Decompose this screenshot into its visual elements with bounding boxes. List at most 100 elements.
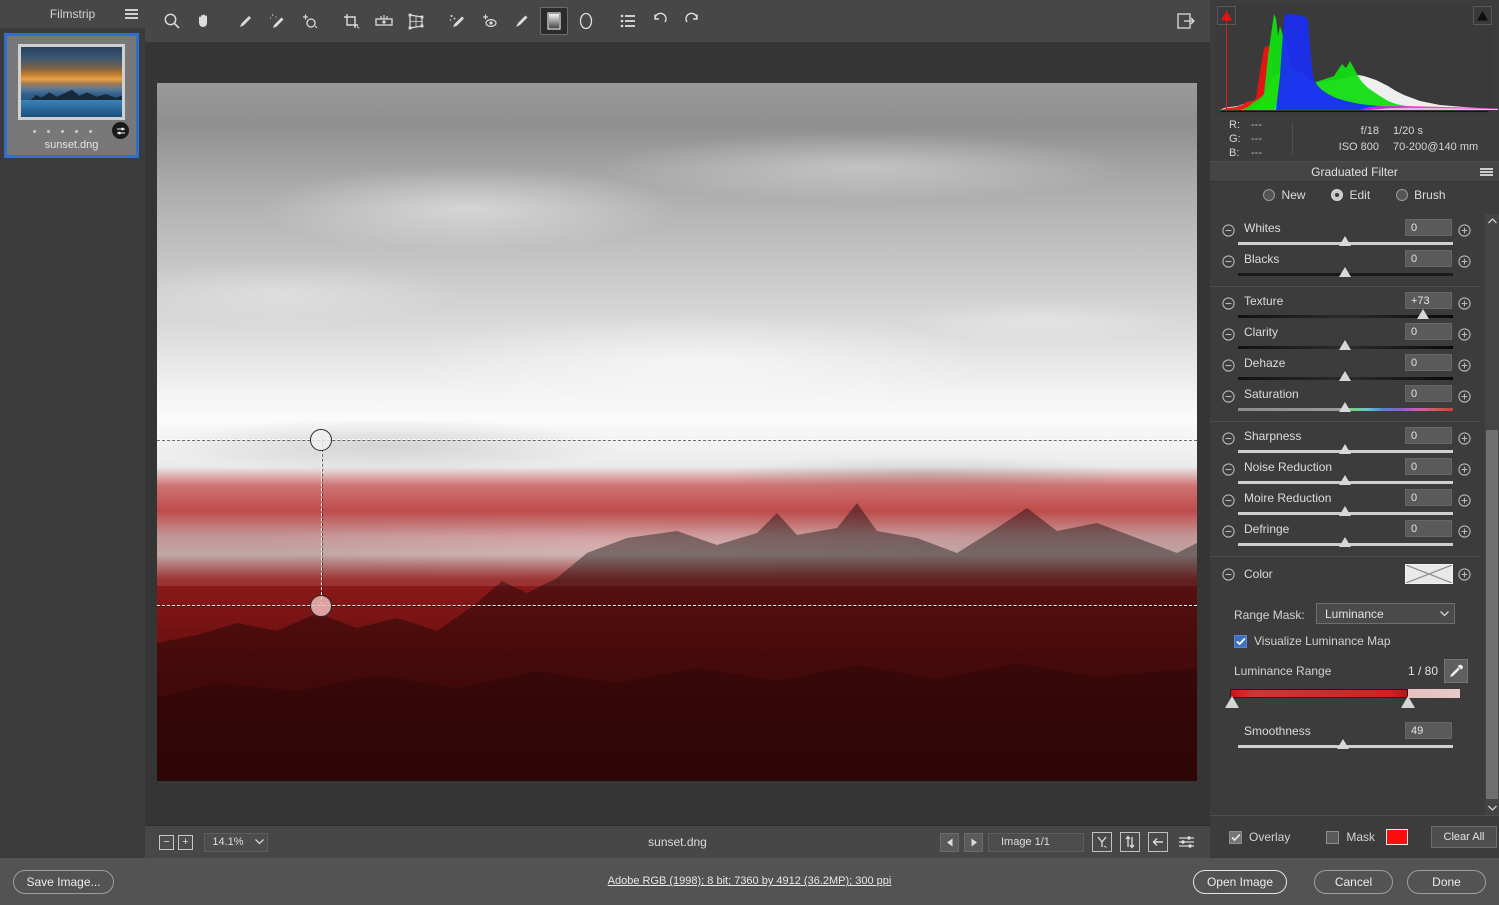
- slider-row-saturation[interactable]: Saturation 0: [1210, 384, 1480, 415]
- next-image-button[interactable]: [964, 832, 983, 852]
- cancel-button[interactable]: Cancel: [1314, 870, 1393, 894]
- luminance-range-high-thumb[interactable]: [1401, 696, 1416, 709]
- arrow-left-copy-icon[interactable]: [1148, 832, 1168, 852]
- minus-icon[interactable]: [1222, 525, 1235, 538]
- previous-image-button[interactable]: [940, 832, 959, 852]
- plus-icon[interactable]: [1458, 297, 1471, 310]
- slider-value-field[interactable]: 0: [1405, 489, 1452, 506]
- slider-row-texture[interactable]: Texture +73: [1210, 291, 1480, 322]
- radio-brush[interactable]: Brush: [1396, 188, 1446, 202]
- crop-tool[interactable]: [338, 7, 366, 35]
- slider-scroll-region[interactable]: Whites 0 Blacks 0 Texture +73 Clarity 0 …: [1210, 214, 1499, 815]
- zoom-out-button[interactable]: −: [159, 834, 174, 850]
- slider-value-field[interactable]: 0: [1405, 427, 1452, 444]
- panel-menu-icon[interactable]: [1480, 168, 1493, 176]
- slider-value-field[interactable]: 0: [1405, 219, 1452, 236]
- plus-icon[interactable]: [1458, 494, 1471, 507]
- white-balance-tool[interactable]: [232, 7, 260, 35]
- hand-tool[interactable]: [190, 7, 218, 35]
- luminance-range-slider[interactable]: [1210, 687, 1480, 711]
- targeted-adjustment-tool[interactable]: [296, 7, 324, 35]
- minus-icon[interactable]: [1222, 494, 1235, 507]
- clear-all-button[interactable]: Clear All: [1431, 826, 1498, 848]
- right-panel-scrollbar[interactable]: [1485, 214, 1499, 815]
- plus-icon[interactable]: [1458, 224, 1471, 237]
- swap-arrows-icon[interactable]: [1120, 832, 1140, 852]
- eyedropper-icon[interactable]: [1444, 659, 1468, 683]
- minus-icon[interactable]: [1222, 328, 1235, 341]
- slider-value-field[interactable]: 0: [1405, 250, 1452, 267]
- done-button[interactable]: Done: [1407, 870, 1486, 894]
- visualize-luminance-checkbox[interactable]: [1234, 635, 1247, 648]
- slider-row-dehaze[interactable]: Dehaze 0: [1210, 353, 1480, 384]
- y-split-preview-icon[interactable]: [1092, 832, 1112, 852]
- slider-thumb[interactable]: [1339, 371, 1352, 382]
- hamburger-menu-icon[interactable]: [125, 9, 138, 19]
- minus-icon[interactable]: [1222, 297, 1235, 310]
- plus-icon[interactable]: [1458, 568, 1471, 581]
- color-sampler-tool[interactable]: [264, 7, 292, 35]
- slider-thumb[interactable]: [1337, 739, 1350, 750]
- slider-value-field[interactable]: 0: [1405, 323, 1452, 340]
- chevron-down-icon[interactable]: [1485, 801, 1499, 815]
- slider-thumb[interactable]: [1339, 236, 1352, 247]
- image-canvas-area[interactable]: [145, 42, 1210, 825]
- graduated-filter-axis-line[interactable]: [321, 439, 322, 605]
- color-swatch-none[interactable]: [1405, 564, 1453, 584]
- slider-thumb[interactable]: [1339, 402, 1352, 413]
- transform-tool[interactable]: [402, 7, 430, 35]
- slider-row-noise-reduction[interactable]: Noise Reduction 0: [1210, 457, 1480, 488]
- slider-thumb[interactable]: [1339, 444, 1352, 455]
- overlay-checkbox[interactable]: [1229, 830, 1242, 844]
- slider-thumb[interactable]: [1339, 537, 1352, 548]
- graduated-filter-start-pin[interactable]: [310, 429, 332, 451]
- slider-thumb[interactable]: [1417, 309, 1430, 320]
- straighten-tool[interactable]: [370, 7, 398, 35]
- minus-icon[interactable]: [1222, 224, 1235, 237]
- zoom-in-button[interactable]: +: [178, 834, 193, 850]
- plus-icon[interactable]: [1458, 359, 1471, 372]
- open-image-button[interactable]: Open Image: [1193, 870, 1287, 894]
- visualize-luminance-row[interactable]: Visualize Luminance Map: [1210, 631, 1480, 661]
- color-row[interactable]: Color: [1210, 561, 1480, 591]
- spot-removal-tool[interactable]: [444, 7, 472, 35]
- minus-icon[interactable]: [1222, 463, 1235, 476]
- list-item[interactable]: sunset.dng: [4, 33, 139, 158]
- range-mask-select[interactable]: Luminance: [1316, 603, 1455, 624]
- mask-color-swatch[interactable]: [1386, 829, 1409, 845]
- slider-value-field[interactable]: 0: [1405, 354, 1452, 371]
- slider-thumb[interactable]: [1339, 267, 1352, 278]
- histogram[interactable]: [1215, 4, 1498, 116]
- slider-value-field[interactable]: 0: [1405, 458, 1452, 475]
- slider-thumb[interactable]: [1339, 475, 1352, 486]
- plus-icon[interactable]: [1458, 390, 1471, 403]
- minus-icon[interactable]: [1222, 359, 1235, 372]
- luminance-range-low-thumb[interactable]: [1225, 696, 1240, 709]
- preferences-tool[interactable]: [614, 7, 642, 35]
- slider-row-blacks[interactable]: Blacks 0: [1210, 249, 1480, 280]
- scrollbar-thumb[interactable]: [1486, 430, 1498, 799]
- radio-edit[interactable]: Edit: [1331, 188, 1370, 202]
- red-eye-tool[interactable]: [476, 7, 504, 35]
- chevron-up-icon[interactable]: [1485, 214, 1499, 228]
- radio-new[interactable]: New: [1263, 188, 1305, 202]
- adjustment-brush-tool[interactable]: [508, 7, 536, 35]
- shadow-clipping-triangle-icon[interactable]: [1473, 6, 1492, 25]
- slider-row-defringe[interactable]: Defringe 0: [1210, 519, 1480, 550]
- minus-icon[interactable]: [1222, 432, 1235, 445]
- plus-icon[interactable]: [1458, 328, 1471, 341]
- graduated-filter-tool[interactable]: [540, 7, 568, 35]
- slider-row-smoothness[interactable]: Smoothness 49: [1210, 721, 1480, 752]
- slider-value-field[interactable]: 49: [1405, 722, 1452, 739]
- minus-icon[interactable]: [1222, 390, 1235, 403]
- slider-row-sharpness[interactable]: Sharpness 0: [1210, 426, 1480, 457]
- sliders-icon[interactable]: [1176, 832, 1196, 852]
- preview-image[interactable]: [157, 83, 1197, 781]
- plus-icon[interactable]: [1458, 525, 1471, 538]
- slider-value-field[interactable]: 0: [1405, 385, 1452, 402]
- slider-row-clarity[interactable]: Clarity 0: [1210, 322, 1480, 353]
- edit-settings-icon[interactable]: [112, 122, 129, 139]
- toggle-filmstrip-icon[interactable]: [1172, 7, 1200, 35]
- rotate-right-tool[interactable]: [678, 7, 706, 35]
- plus-icon[interactable]: [1458, 463, 1471, 476]
